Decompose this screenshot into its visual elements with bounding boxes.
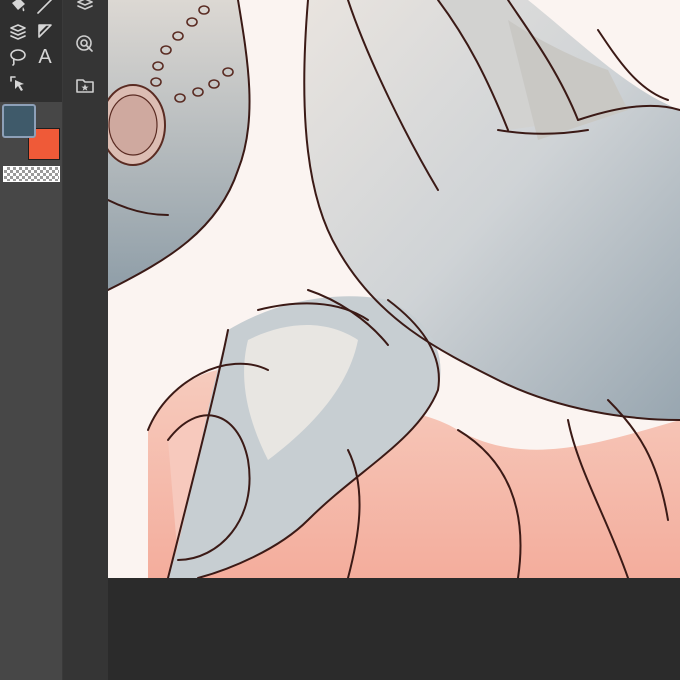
canvas-pasteboard xyxy=(108,578,680,680)
artwork xyxy=(108,0,680,578)
gradient-icon xyxy=(38,24,52,38)
command-strip xyxy=(63,0,108,680)
fill-tool-button[interactable] xyxy=(4,0,32,18)
text-icon: A xyxy=(38,46,52,68)
line-tool-button[interactable] xyxy=(31,0,59,18)
text-tool-button[interactable]: A xyxy=(31,45,59,69)
transparent-color-swatch[interactable] xyxy=(3,166,60,182)
layer-tool-button[interactable] xyxy=(4,19,32,43)
layers-icon xyxy=(77,0,93,10)
tool-palette: A xyxy=(0,0,63,680)
select-move-icon xyxy=(10,76,24,91)
fill-bucket-icon xyxy=(12,0,25,12)
drawing-canvas[interactable] xyxy=(108,0,680,578)
pen-line-icon xyxy=(37,0,53,14)
gradient-tool-button[interactable] xyxy=(31,19,59,43)
color-area xyxy=(0,102,62,160)
lasso-icon xyxy=(10,49,26,66)
zoom-button[interactable] xyxy=(71,31,99,57)
zoom-icon xyxy=(76,35,93,52)
select-tool-button[interactable] xyxy=(4,72,32,96)
material-folder-icon xyxy=(76,79,94,93)
layers-button[interactable] xyxy=(71,0,99,18)
layer-stack-icon xyxy=(10,24,26,40)
material-button[interactable] xyxy=(71,72,99,98)
lasso-tool-button[interactable] xyxy=(4,45,32,69)
main-color-swatch[interactable] xyxy=(2,104,36,138)
tool-grid: A xyxy=(0,0,62,102)
